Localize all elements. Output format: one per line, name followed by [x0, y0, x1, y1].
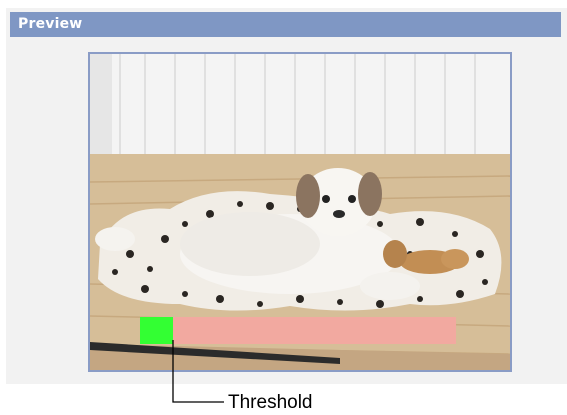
panel-title: Preview [18, 16, 83, 32]
audio-level-meter [140, 317, 173, 344]
threshold-range-bar [173, 317, 456, 344]
preview-panel-header: Preview [10, 12, 561, 37]
threshold-label: Threshold [228, 392, 313, 413]
